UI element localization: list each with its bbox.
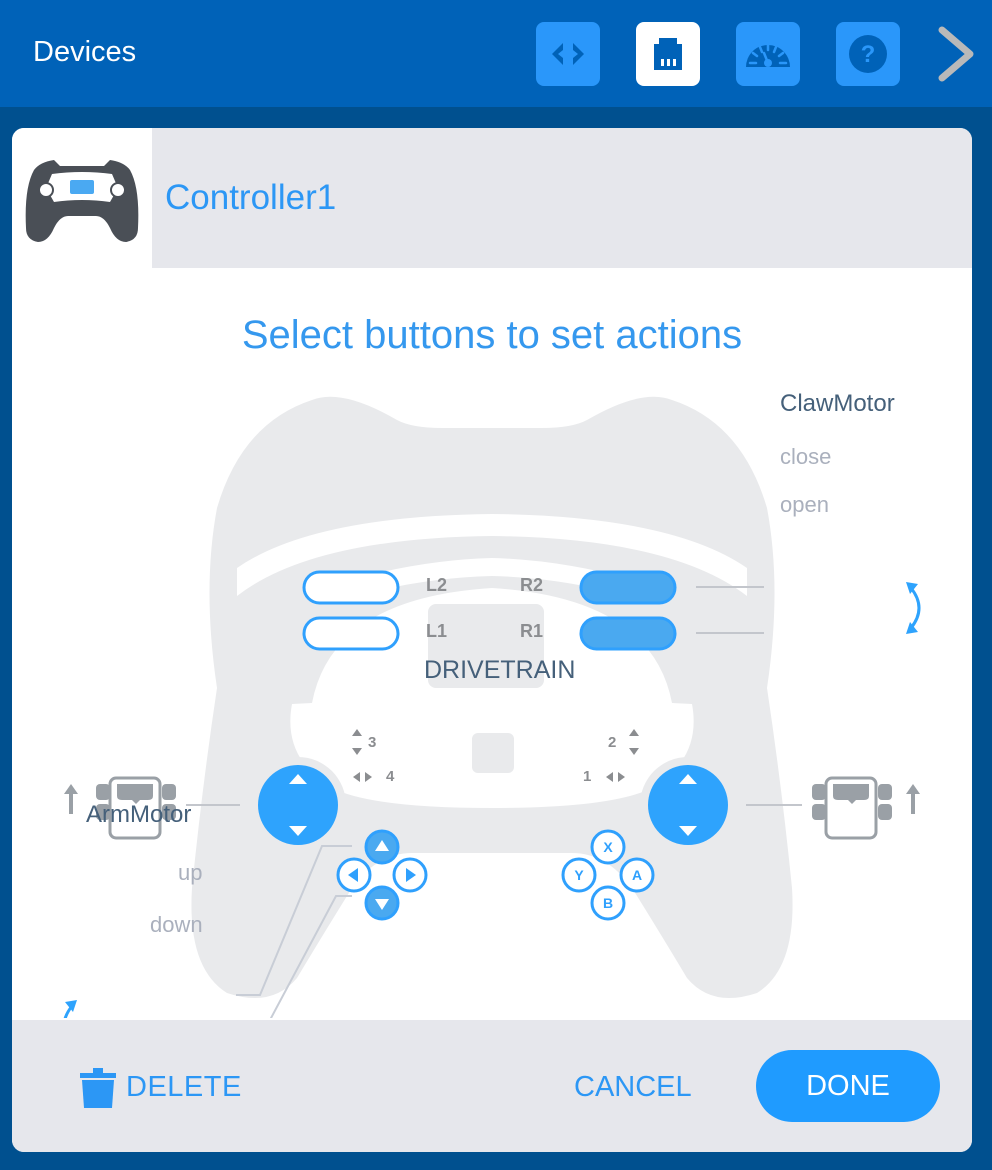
r2-button-hit[interactable] bbox=[579, 570, 677, 605]
page-title: Devices bbox=[33, 36, 137, 68]
claw-open-label: open bbox=[780, 492, 829, 517]
axis-2-label: 2 bbox=[608, 734, 617, 751]
instruction-text: Select buttons to set actions bbox=[241, 313, 743, 357]
ethernet-port-icon bbox=[654, 38, 682, 70]
trash-icon bbox=[80, 1068, 116, 1108]
r2-label: R2 bbox=[520, 575, 544, 595]
delete-button[interactable]: DELETE bbox=[78, 1062, 242, 1112]
delete-label: DELETE bbox=[126, 1070, 242, 1103]
l2-button-hit[interactable] bbox=[302, 570, 400, 605]
done-button[interactable]: DONE bbox=[756, 1050, 940, 1122]
right-drivetrain-icon bbox=[812, 776, 920, 840]
device-header: Controller1 bbox=[12, 128, 972, 268]
arm-down-label: down bbox=[150, 912, 203, 937]
home-button bbox=[472, 733, 514, 773]
axis-3-label: 3 bbox=[368, 734, 377, 751]
claw-rotate-icon bbox=[909, 587, 921, 629]
help-icon: ? bbox=[849, 35, 887, 73]
b-button-hit[interactable] bbox=[590, 885, 626, 921]
r1-label: R1 bbox=[520, 621, 544, 641]
dpad-right-hit[interactable] bbox=[392, 857, 428, 893]
claw-close-label: close bbox=[780, 444, 832, 469]
controller-diagram: X Y A B L2 L1 R2 R1 3 4 2 1 DRIVETRAIN C… bbox=[12, 368, 972, 1018]
axis-4-label: 4 bbox=[386, 768, 395, 785]
gauge-icon bbox=[744, 43, 792, 71]
controller-icon bbox=[25, 160, 139, 242]
next-button[interactable] bbox=[930, 22, 980, 86]
cancel-button[interactable]: CANCEL bbox=[574, 1062, 692, 1112]
code-brackets-icon bbox=[552, 43, 584, 65]
device-icon-box bbox=[12, 128, 152, 268]
device-name[interactable]: Controller1 bbox=[165, 178, 336, 218]
arm-up-label: up bbox=[178, 860, 203, 885]
chevron-right-icon bbox=[938, 26, 974, 82]
help-button[interactable]: ? bbox=[836, 22, 900, 86]
footer-bar: DELETE CANCEL DONE bbox=[12, 1020, 972, 1152]
l1-button-hit[interactable] bbox=[302, 616, 400, 651]
r1-button-hit[interactable] bbox=[579, 616, 677, 651]
dashboard-button[interactable] bbox=[736, 22, 800, 86]
l2-label: L2 bbox=[426, 575, 448, 595]
arm-motor-title: ArmMotor bbox=[86, 801, 192, 828]
dpad-left-hit[interactable] bbox=[336, 857, 372, 893]
l1-label: L1 bbox=[426, 621, 448, 641]
left-joystick-hit[interactable] bbox=[258, 765, 338, 845]
right-joystick-hit[interactable] bbox=[648, 765, 728, 845]
drivetrain-label: DRIVETRAIN bbox=[424, 656, 576, 684]
svg-text:?: ? bbox=[861, 41, 876, 68]
devices-button[interactable] bbox=[636, 22, 700, 86]
top-bar: Devices ? bbox=[0, 0, 992, 107]
device-config-panel: Controller1 Select buttons to set action… bbox=[12, 128, 972, 1152]
axis-1-label: 1 bbox=[583, 768, 592, 785]
code-button[interactable] bbox=[536, 22, 600, 86]
device-name-box: Controller1 bbox=[152, 128, 972, 268]
claw-motor-title: ClawMotor bbox=[780, 390, 895, 417]
